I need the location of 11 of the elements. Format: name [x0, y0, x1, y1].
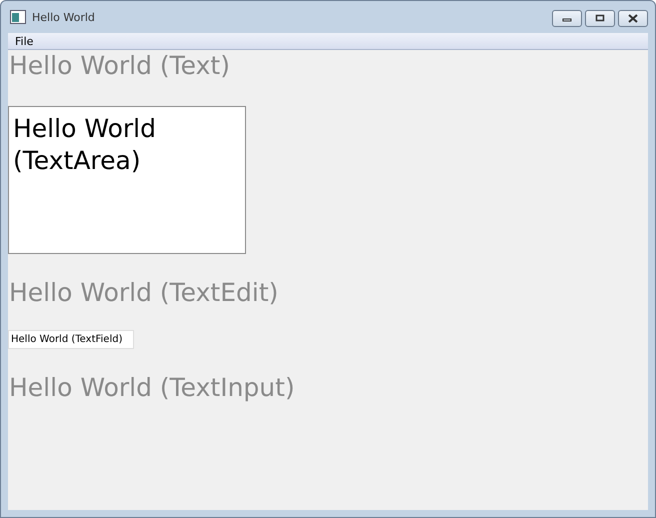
- menu-item[interactable]: File: [8, 34, 40, 48]
- maximize-button[interactable]: [585, 10, 615, 26]
- text-field[interactable]: Hello World (TextField): [8, 330, 134, 349]
- close-button[interactable]: [618, 10, 648, 26]
- window-title: Hello World: [32, 10, 95, 24]
- minimize-button[interactable]: [552, 10, 582, 26]
- window-icon: [10, 10, 26, 24]
- text-label: Hello World (Text): [8, 50, 230, 82]
- text-area[interactable]: Hello World (TextArea): [8, 106, 246, 254]
- maximize-icon: [595, 14, 605, 22]
- close-icon: [627, 14, 639, 22]
